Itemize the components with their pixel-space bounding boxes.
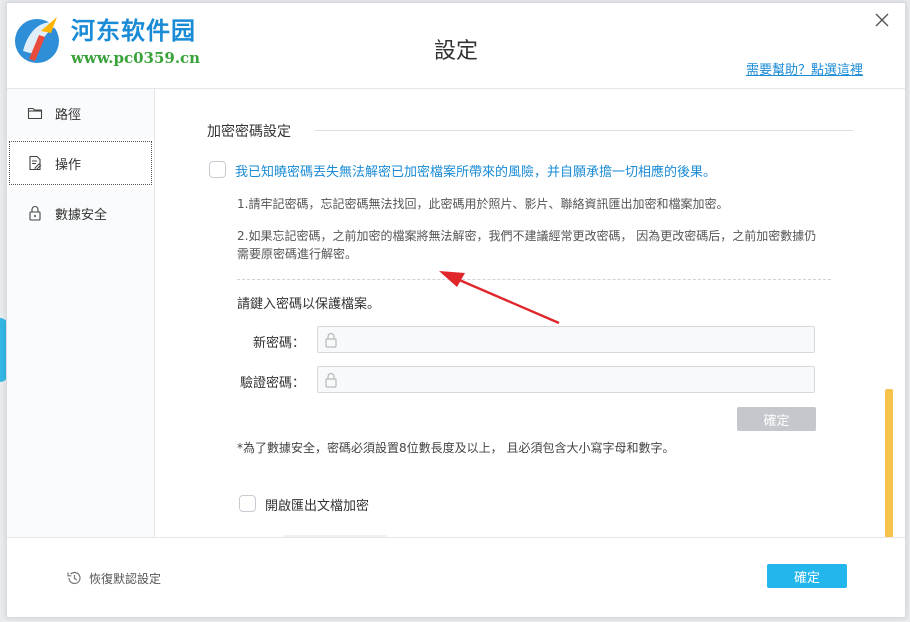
sidebar-item-path[interactable]: 路徑 <box>7 89 154 137</box>
new-password-input[interactable] <box>342 327 814 352</box>
password-prompt: 請鍵入密碼以保護檔案。 <box>237 297 381 312</box>
folder-icon <box>27 107 43 120</box>
close-icon[interactable] <box>873 11 891 29</box>
field-lock-icon <box>325 372 337 387</box>
confirm-password-field[interactable] <box>317 366 815 393</box>
document-edit-icon <box>29 155 42 171</box>
footer-divider <box>7 537 905 538</box>
confirm-password-button[interactable]: 確定 <box>737 407 816 431</box>
restore-history-icon <box>67 571 81 585</box>
agree-risk-label[interactable]: 我已知曉密碼丟失無法解密已加密檔案所帶來的風險，并自願承擔一切相應的後果。 <box>235 161 716 180</box>
sidebar-item-label: 操作 <box>55 157 82 173</box>
ok-button[interactable]: 確定 <box>767 564 847 588</box>
sidebar-item-data-security[interactable]: 數據安全 <box>7 189 154 237</box>
section-title: 加密密碼設定 <box>207 124 291 140</box>
settings-sidebar: 路徑 操作 數據安全 <box>7 89 155 537</box>
export-encrypt-label[interactable]: 開啟匯出文檔加密 <box>265 495 369 514</box>
confirm-password-input[interactable] <box>342 367 814 392</box>
content-scrollbar[interactable] <box>885 389 893 537</box>
new-password-label: 新密碼： <box>252 336 305 351</box>
settings-dialog: 河东软件园 www.pc0359.cn 設定 需要幫助？點選這裡 路徑 操作 數… <box>6 2 906 618</box>
sidebar-item-operation[interactable]: 操作 <box>7 139 154 187</box>
agree-risk-checkbox[interactable] <box>209 161 226 178</box>
lock-icon <box>29 206 41 221</box>
field-lock-icon <box>325 332 337 347</box>
note-forgot-password: 2.如果忘記密碼，之前加密的檔案將無法解密，我們不建議經常更改密碼， 因為更改密… <box>237 229 817 261</box>
export-encrypt-checkbox[interactable] <box>239 495 256 512</box>
note-remember-password: 1.請牢記密碼，忘記密碼無法找回，此密碼用於照片、影片、聯絡資訊匯出加密和檔案加… <box>237 197 729 211</box>
sidebar-item-label: 路徑 <box>55 107 82 123</box>
restore-defaults-label: 恢復默認設定 <box>89 571 162 586</box>
help-link[interactable]: 需要幫助？點選這裡 <box>746 59 863 78</box>
confirm-password-label: 驗證密碼： <box>239 376 305 391</box>
restore-defaults-button[interactable]: 恢復默認設定 <box>65 569 161 587</box>
sidebar-item-label: 數據安全 <box>55 207 108 223</box>
password-rule-footnote: *為了數據安全，密碼必須設置8位數長度及以上， 且必須包含大小寫字母和數字。 <box>237 441 675 455</box>
section-divider <box>315 130 853 131</box>
annotation-arrow <box>439 271 560 325</box>
